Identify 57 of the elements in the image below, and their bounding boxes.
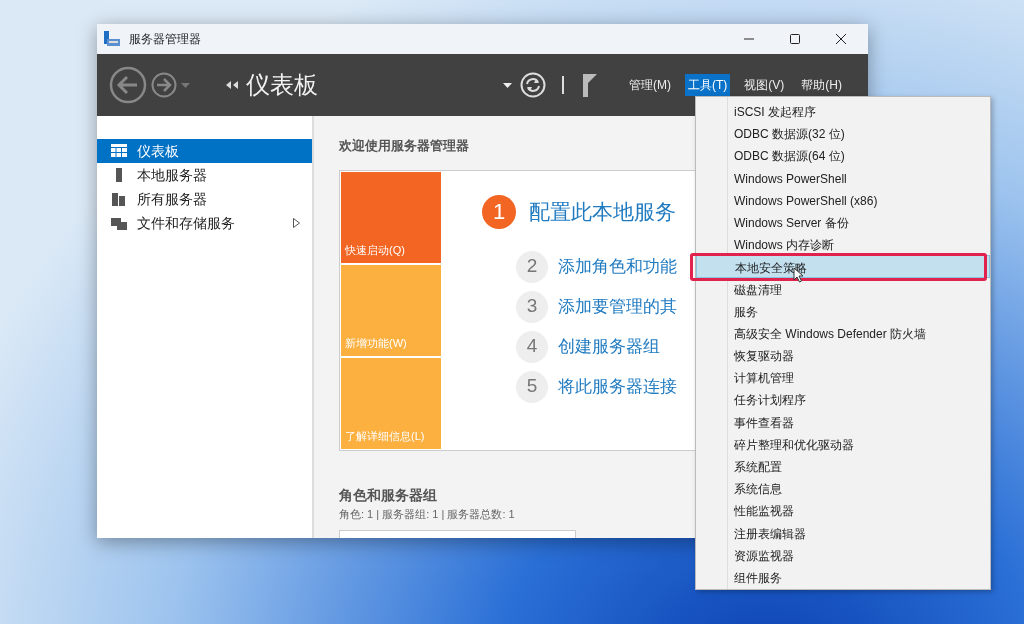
menu-item[interactable]: Windows Server 备份 xyxy=(696,210,990,234)
menu-item[interactable]: ODBC 数据源(32 位) xyxy=(696,122,990,145)
menu-item[interactable]: 任务计划程序 xyxy=(696,388,990,411)
menu-item[interactable]: 系统配置 xyxy=(696,455,990,478)
sidebar-item[interactable]: 所有服务器 xyxy=(97,187,312,211)
step-number: 2 xyxy=(516,250,548,283)
menu-bar-item[interactable]: 视图(V) xyxy=(741,74,788,96)
menu-item[interactable]: 事件查看器 xyxy=(696,410,990,433)
server-manager-icon xyxy=(103,31,121,47)
menu-item[interactable]: 资源监视器 xyxy=(696,543,990,566)
servers-icon xyxy=(111,192,127,206)
menu-item[interactable]: 恢复驱动器 xyxy=(696,344,990,367)
menu-item[interactable]: 注册表编辑器 xyxy=(696,521,990,544)
sidebar-item[interactable]: 本地服务器 xyxy=(97,163,312,187)
forward-icon[interactable] xyxy=(151,72,177,98)
menu-item[interactable]: Windows 内存诊断 xyxy=(696,233,990,256)
menu-item[interactable]: ODBC 数据源(64 位) xyxy=(696,144,990,167)
step-link[interactable]: 配置此本地服务 xyxy=(529,195,676,228)
menu-item[interactable]: 磁盘清理 xyxy=(696,277,990,300)
step-link[interactable]: 添加要管理的其 xyxy=(558,293,677,320)
menu-item[interactable]: iSCSI 发起程序 xyxy=(696,100,990,123)
menu-item[interactable]: 组件服务 xyxy=(696,565,990,589)
flag-icon[interactable] xyxy=(580,73,598,97)
menu-item[interactable]: 系统信息 xyxy=(696,477,990,500)
dropdown-caret-icon[interactable] xyxy=(503,82,512,88)
menu-item[interactable]: 碎片整理和优化驱动器 xyxy=(696,432,990,455)
breadcrumb-arrows-icon xyxy=(226,81,238,89)
menu-item[interactable]: Windows PowerShell (x86) xyxy=(696,188,990,211)
menu-item[interactable]: 计算机管理 xyxy=(696,366,990,389)
section-summary: 角色: 1 | 服务器组: 1 | 服务器总数: 1 xyxy=(339,507,515,520)
close-icon[interactable] xyxy=(836,34,846,44)
menu-bar-item[interactable]: 帮助(H) xyxy=(798,74,845,96)
menu-bar-item[interactable]: 管理(M) xyxy=(626,74,674,96)
back-icon[interactable] xyxy=(109,66,147,104)
window-title: 服务器管理器 xyxy=(129,31,201,48)
page-title: 仪表板 xyxy=(246,70,318,100)
step-link[interactable]: 将此服务器连接 xyxy=(558,373,677,400)
step-number: 5 xyxy=(516,370,548,403)
step-link[interactable]: 创建服务器组 xyxy=(558,333,660,360)
dashboard-grid-icon xyxy=(111,144,127,158)
step-link[interactable]: 添加角色和功能 xyxy=(558,253,677,280)
menu-item[interactable]: 服务 xyxy=(696,299,990,322)
menu-item[interactable]: Windows PowerShell xyxy=(696,166,990,189)
menu-item[interactable]: 性能监视器 xyxy=(696,499,990,522)
section-heading: 角色和服务器组 xyxy=(339,486,437,503)
step-number: 3 xyxy=(516,290,548,323)
menu-item[interactable]: 高级安全 Windows Defender 防火墙 xyxy=(696,321,990,345)
menu-bar-item[interactable]: 工具(T) xyxy=(685,74,731,96)
step-number: 1 xyxy=(482,194,516,229)
sidebar-item[interactable]: 文件和存储服务 xyxy=(97,211,312,235)
welcome-heading: 欢迎使用服务器管理器 xyxy=(339,138,469,153)
sidebar-item[interactable]: 仪表板 xyxy=(97,139,312,163)
refresh-icon[interactable] xyxy=(520,72,546,98)
expand-arrow-icon[interactable] xyxy=(293,218,300,228)
step-number: 4 xyxy=(516,330,548,363)
maximize-icon[interactable] xyxy=(790,34,800,44)
storage-icon xyxy=(111,216,127,230)
